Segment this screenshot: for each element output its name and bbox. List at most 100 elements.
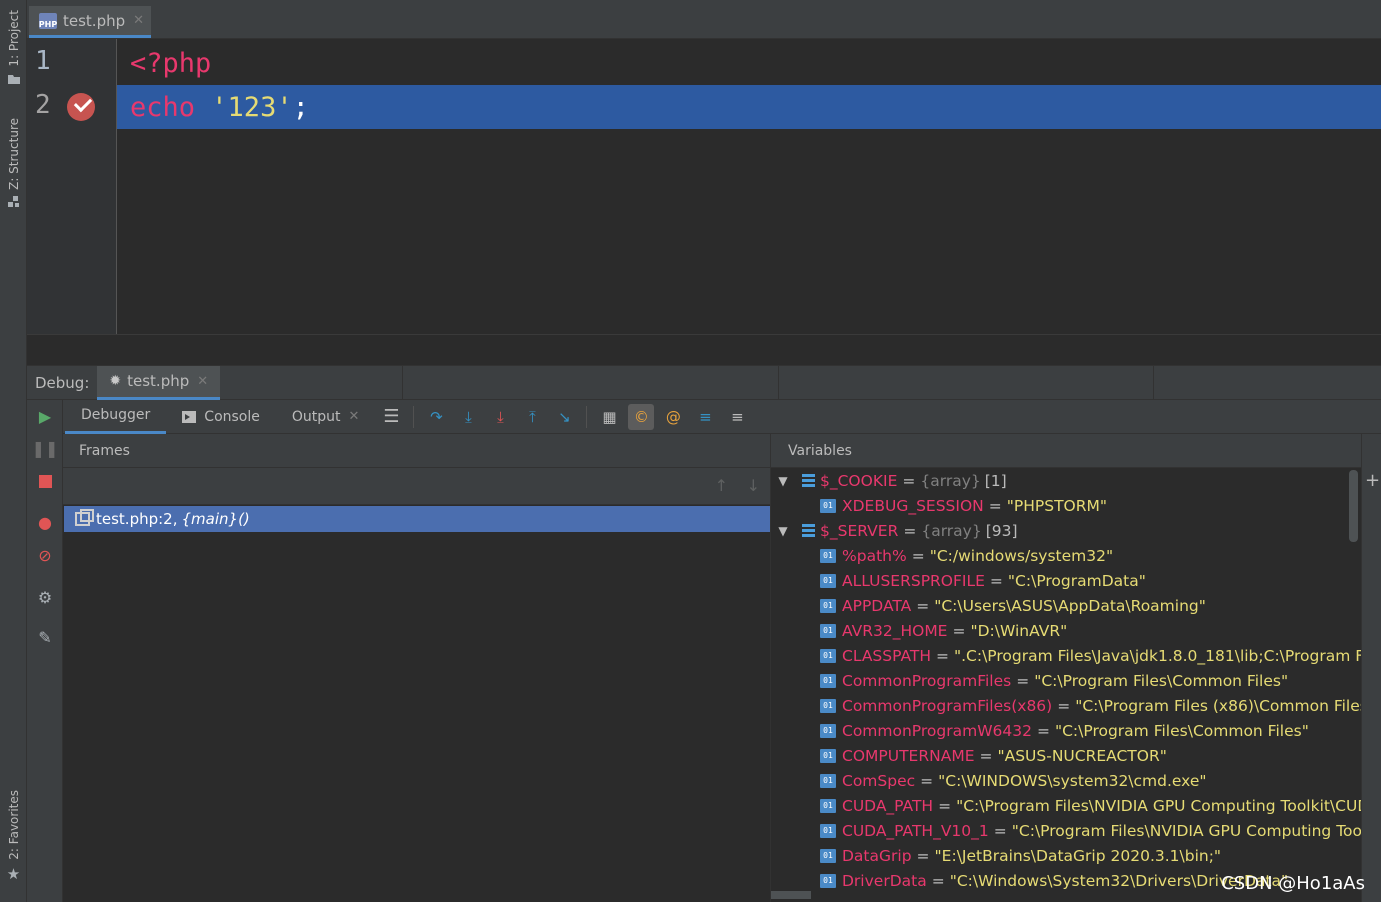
variable-row[interactable]: 01 CUDA_PATH = "C:\Program Files\NVIDIA GPU… — [820, 793, 1361, 818]
add-watch-icon[interactable]: ≡ — [724, 404, 750, 430]
equals-sign: = — [911, 546, 925, 565]
variable-name: XDEBUG_SESSION — [842, 496, 984, 515]
variable-value: "E:\JetBrains\DataGrip 2020.3.1\bin;" — [934, 846, 1222, 865]
mute-breakpoints-icon[interactable]: ⊘ — [34, 544, 56, 566]
tab-output[interactable]: Output ✕ — [276, 400, 376, 434]
equals-sign: = — [935, 646, 949, 665]
vertical-scrollbar[interactable] — [1349, 470, 1358, 542]
debug-label: Debug: — [35, 373, 90, 392]
variable-row[interactable]: 01 DataGrip = "E:\JetBrains\DataGrip 2020.3… — [820, 843, 1221, 868]
primitive-icon: 01 — [820, 773, 836, 788]
show-execution-point-icon[interactable]: ↷ — [423, 404, 449, 430]
pin-icon[interactable]: ✎ — [34, 626, 56, 648]
step-into-icon[interactable]: ⤓ — [487, 404, 513, 430]
variable-row[interactable]: 01 CommonProgramW6432 = "C:\Program Files\C… — [820, 718, 1309, 743]
equals-sign: = — [938, 796, 952, 815]
step-over-icon[interactable]: ⤓ — [455, 404, 481, 430]
view-breakpoints-icon[interactable]: ● — [34, 511, 56, 533]
code-editor[interactable]: <?php echo '123'; — [117, 39, 1381, 334]
variables-tree[interactable]: ▼ $_COOKIE = {array} [1] 01 XDEBUG_SESSION = "PH… — [771, 468, 1361, 902]
project-tool-tab[interactable]: 1: Project — [0, 10, 27, 85]
execution-point-line: echo '123'; — [117, 85, 1381, 129]
favorites-tool-tab[interactable]: 2: Favorites ★ — [0, 790, 27, 883]
arrow-down-icon[interactable]: ↓ — [747, 476, 760, 495]
divider — [402, 366, 403, 401]
editor-gutter[interactable]: 1 2 — [27, 39, 117, 334]
variable-row[interactable]: 01 ComSpec = "C:\WINDOWS\system32\cmd.exe" — [820, 768, 1207, 793]
debugger-toolbar: Debugger Console Output ✕ ☰ ↷ ⤓ ⤓ ⤒ ↘ ▦ … — [63, 400, 1381, 434]
debug-session-label: test.php — [127, 372, 190, 390]
add-icon[interactable]: + — [1365, 470, 1380, 491]
equals-sign: = — [916, 846, 930, 865]
variable-value: "C:\Program Files\Common Files" — [1054, 721, 1309, 740]
variable-row[interactable]: 01 CLASSPATH = ".C:\Program Files\Java\jdk1… — [820, 643, 1361, 668]
variable-value: "C:\Program Files\Common Files" — [1034, 671, 1289, 690]
settings-icon[interactable]: ⚙ — [34, 586, 56, 608]
debug-session-tab[interactable]: ✹ test.php ✕ — [97, 365, 221, 400]
horizontal-scrollbar[interactable] — [771, 891, 811, 899]
variable-name: CommonProgramFiles — [842, 671, 1012, 690]
expand-triangle-icon[interactable]: ▼ — [774, 474, 792, 488]
tab-debugger[interactable]: Debugger — [65, 400, 167, 434]
equals-sign: = — [931, 871, 945, 890]
breakpoint-icon[interactable] — [67, 93, 95, 121]
variable-array-row[interactable]: ▼ $_SERVER = {array} [93] — [771, 518, 1018, 543]
variable-name: %path% — [842, 546, 907, 565]
variable-name: DriverData — [842, 871, 927, 890]
tab-console[interactable]: Console — [166, 400, 276, 434]
variable-row[interactable]: 01 ALLUSERSPROFILE = "C:\ProgramData" — [820, 568, 1146, 593]
variable-name: CommonProgramW6432 — [842, 721, 1032, 740]
variable-row[interactable]: 01 AVR32_HOME = "D:\WinAVR" — [820, 618, 1067, 643]
evaluate-expression-icon[interactable]: ▦ — [596, 404, 622, 430]
variable-value: "PHPSTORM" — [1006, 496, 1108, 515]
equals-sign: = — [1036, 721, 1050, 740]
run-to-cursor-icon[interactable]: ↘ — [551, 404, 577, 430]
variable-row[interactable]: 01 DriverData = "C:\Windows\System32\Driver… — [820, 868, 1288, 893]
equals-sign: = — [993, 821, 1007, 840]
editor-tab-test-php[interactable]: PHP test.php ✕ — [29, 6, 151, 38]
equals-sign: = — [902, 471, 916, 490]
line-number: 2 — [35, 90, 51, 120]
resume-program-icon[interactable]: ▶ — [34, 405, 56, 427]
variable-row[interactable]: 01 CUDA_PATH_V10_1 = "C:\Program Files\NVID… — [820, 818, 1361, 843]
equals-sign: = — [916, 596, 930, 615]
show-functions-icon[interactable]: @ — [660, 404, 686, 430]
pause-program-icon[interactable]: ❚❚ — [32, 437, 59, 459]
equals-sign: = — [988, 496, 1002, 515]
arrow-up-icon[interactable]: ↑ — [715, 476, 728, 495]
variable-row[interactable]: 01 COMPUTERNAME = "ASUS-NUCREACTOR" — [820, 743, 1167, 768]
variable-row[interactable]: 01 CommonProgramFiles = "C:\Program Files\C… — [820, 668, 1288, 693]
expand-triangle-icon[interactable]: ▼ — [774, 524, 792, 538]
line-number: 1 — [35, 46, 51, 76]
show-lines-icon[interactable]: ≡ — [692, 404, 718, 430]
debug-bug-icon: ✹ — [109, 373, 122, 389]
code-line: <?php — [117, 41, 1381, 85]
step-out-icon[interactable]: ⤒ — [519, 404, 545, 430]
equals-sign: = — [920, 771, 934, 790]
variable-row[interactable]: 01 %path% = "C:/windows/system32" — [820, 543, 1113, 568]
structure-tool-tab[interactable]: Z: Structure — [0, 118, 27, 208]
close-icon[interactable]: ✕ — [349, 409, 360, 424]
divider — [586, 405, 588, 428]
variable-array-row[interactable]: ▼ $_COOKIE = {array} [1] — [771, 468, 1006, 493]
primitive-icon: 01 — [820, 573, 836, 588]
variable-row[interactable]: 01 APPDATA = "C:\Users\ASUS\AppData\Roaming… — [820, 593, 1206, 618]
divider — [778, 366, 779, 401]
primitive-icon: 01 — [820, 623, 836, 638]
variable-type: {array} — [921, 521, 982, 540]
variable-count: [93] — [985, 521, 1018, 540]
variable-row[interactable]: 01 XDEBUG_SESSION = "PHPSTORM" — [820, 493, 1107, 518]
close-icon[interactable]: ✕ — [197, 374, 208, 389]
variable-name: $_SERVER — [820, 521, 899, 540]
show-constants-icon[interactable]: © — [628, 403, 655, 430]
equals-sign: = — [989, 571, 1003, 590]
primitive-icon: 01 — [820, 723, 836, 738]
frame-row[interactable]: test.php:2, {main}() — [64, 506, 770, 532]
menu-icon[interactable]: ☰ — [378, 404, 404, 430]
frames-title-label: Frames — [79, 442, 130, 459]
variable-name: COMPUTERNAME — [842, 746, 975, 765]
stop-icon[interactable] — [34, 470, 56, 492]
variable-row[interactable]: 01 CommonProgramFiles(x86) = "C:\Program Fi… — [820, 693, 1361, 718]
close-icon[interactable]: ✕ — [133, 13, 144, 28]
star-icon: ★ — [6, 864, 21, 883]
